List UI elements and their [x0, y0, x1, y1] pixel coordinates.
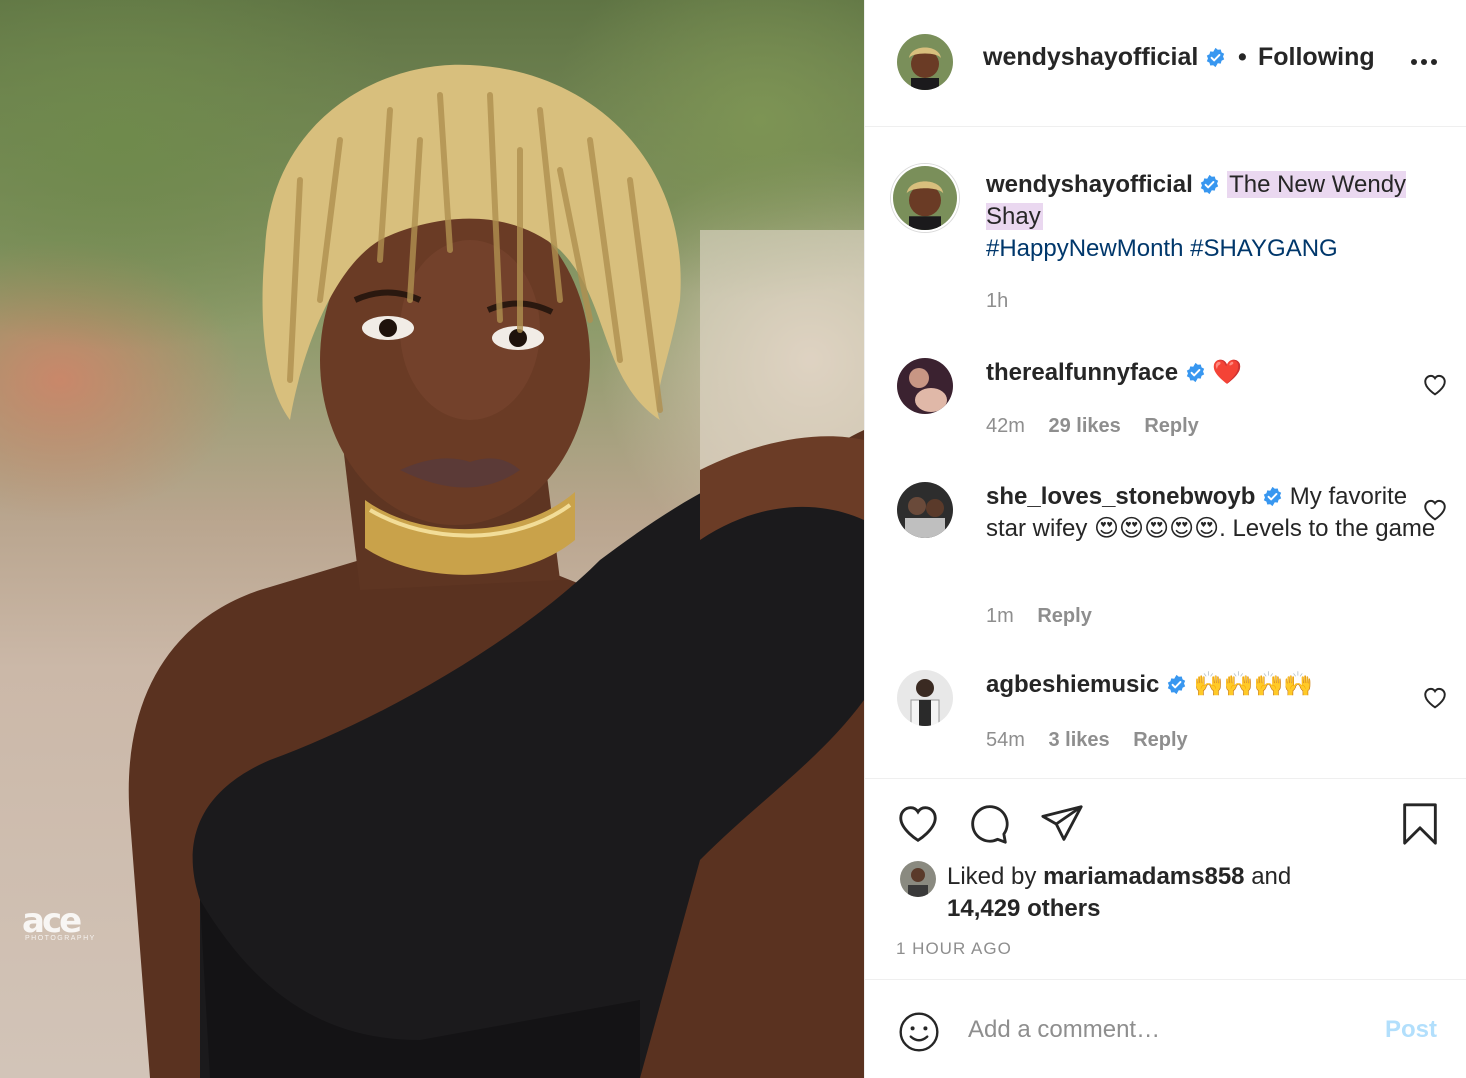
commenter-avatar[interactable] — [897, 358, 953, 414]
liked-by-text: Liked by mariamadams858 and 14,429 other… — [947, 861, 1447, 925]
comment-meta: 54m 3 likes Reply — [986, 729, 1188, 752]
comment-username[interactable]: agbeshiemusic — [986, 671, 1159, 698]
avatar-image — [897, 670, 953, 726]
comment-meta: 42m 29 likes Reply — [986, 415, 1199, 438]
header-separator: • — [1238, 43, 1247, 71]
reply-button[interactable]: Reply — [1133, 729, 1187, 751]
comment-time[interactable]: 42m — [986, 415, 1025, 437]
avatar-image — [897, 482, 953, 538]
avatar-image — [897, 34, 953, 90]
comment-time[interactable]: 1m — [986, 605, 1014, 627]
caption-username[interactable]: wendyshayofficial — [986, 171, 1193, 198]
more-options-icon[interactable] — [1409, 52, 1439, 72]
avatar-image — [893, 166, 957, 230]
verified-badge-icon — [1207, 47, 1225, 68]
comment-time[interactable]: 54m — [986, 729, 1025, 751]
liked-by-user[interactable]: mariamadams858 — [1043, 863, 1244, 890]
caption-author-avatar[interactable] — [891, 164, 959, 232]
post-photo[interactable]: ace PHOTOGRAPHY — [0, 0, 864, 1078]
caption-text: wendyshayofficial The New Wendy Shay #Ha… — [986, 169, 1446, 265]
liked-by-others[interactable]: 14,429 others — [947, 895, 1100, 922]
add-comment-input[interactable] — [968, 1008, 1368, 1052]
comment-likes[interactable]: 29 likes — [1048, 415, 1120, 437]
verified-badge-icon — [1201, 174, 1219, 195]
save-bookmark-icon[interactable] — [1397, 801, 1443, 847]
reply-button[interactable]: Reply — [1144, 415, 1198, 437]
following-button[interactable]: Following — [1258, 43, 1375, 72]
like-heart-icon[interactable] — [895, 801, 941, 847]
commenter-avatar[interactable] — [897, 482, 953, 538]
share-send-icon[interactable] — [1039, 801, 1085, 847]
author-avatar[interactable] — [897, 34, 953, 90]
like-comment-heart-icon[interactable] — [1422, 372, 1448, 396]
caption-time[interactable]: 1h — [986, 290, 1008, 312]
comment-likes[interactable]: 3 likes — [1048, 729, 1109, 751]
avatar-image — [900, 861, 936, 897]
comment-text: she_loves_stonebwoyb My favorite star wi… — [986, 481, 1446, 545]
comment-username[interactable]: she_loves_stonebwoyb — [986, 483, 1255, 510]
verified-badge-icon — [1186, 362, 1204, 383]
comment-body: ❤️ — [1212, 359, 1243, 386]
emoji-smiley-icon[interactable] — [897, 1010, 941, 1054]
comment-text: agbeshiemusic 🙌🙌🙌🙌 — [986, 669, 1446, 701]
comment-text: therealfunnyface ❤️ — [986, 357, 1446, 389]
like-comment-heart-icon[interactable] — [1422, 685, 1448, 709]
hashtag-link[interactable]: #SHAYGANG — [1190, 235, 1338, 262]
comment-meta: 1m Reply — [986, 605, 1092, 628]
add-comment-bar: Post — [865, 979, 1466, 1078]
comment-username[interactable]: therealfunnyface — [986, 359, 1178, 386]
liked-by-avatar[interactable] — [900, 861, 936, 897]
post-comment-button[interactable]: Post — [1385, 1016, 1437, 1044]
portrait-image — [128, 64, 864, 1078]
comment-bubble-icon[interactable] — [966, 801, 1012, 847]
post-header: wendyshayofficial • Following — [865, 0, 1466, 127]
verified-badge-icon — [1167, 674, 1186, 695]
verified-badge-icon — [1263, 486, 1282, 507]
caption-meta: 1h — [986, 290, 1008, 313]
comments-section[interactable]: wendyshayofficial The New Wendy Shay #Ha… — [865, 128, 1466, 778]
liked-by-prefix: Liked by — [947, 863, 1037, 890]
hashtag-link[interactable]: #HappyNewMonth — [986, 235, 1183, 262]
author-username-text[interactable]: wendyshayofficial — [983, 43, 1198, 71]
comment-body: 🙌🙌🙌🙌 — [1193, 671, 1314, 698]
like-comment-heart-icon[interactable] — [1422, 497, 1448, 521]
post-sidebar: wendyshayofficial • Following wendyshayo… — [864, 0, 1466, 1078]
avatar-image — [897, 358, 953, 414]
commenter-avatar[interactable] — [897, 670, 953, 726]
photographer-watermark: ace PHOTOGRAPHY — [22, 901, 96, 942]
author-username[interactable]: wendyshayofficial — [983, 43, 1226, 72]
reply-button[interactable]: Reply — [1037, 605, 1091, 627]
post-timestamp[interactable]: 1 HOUR AGO — [896, 939, 1012, 959]
liked-by-connector: and — [1251, 863, 1292, 890]
post-actions: Liked by mariamadams858 and 14,429 other… — [865, 778, 1466, 978]
